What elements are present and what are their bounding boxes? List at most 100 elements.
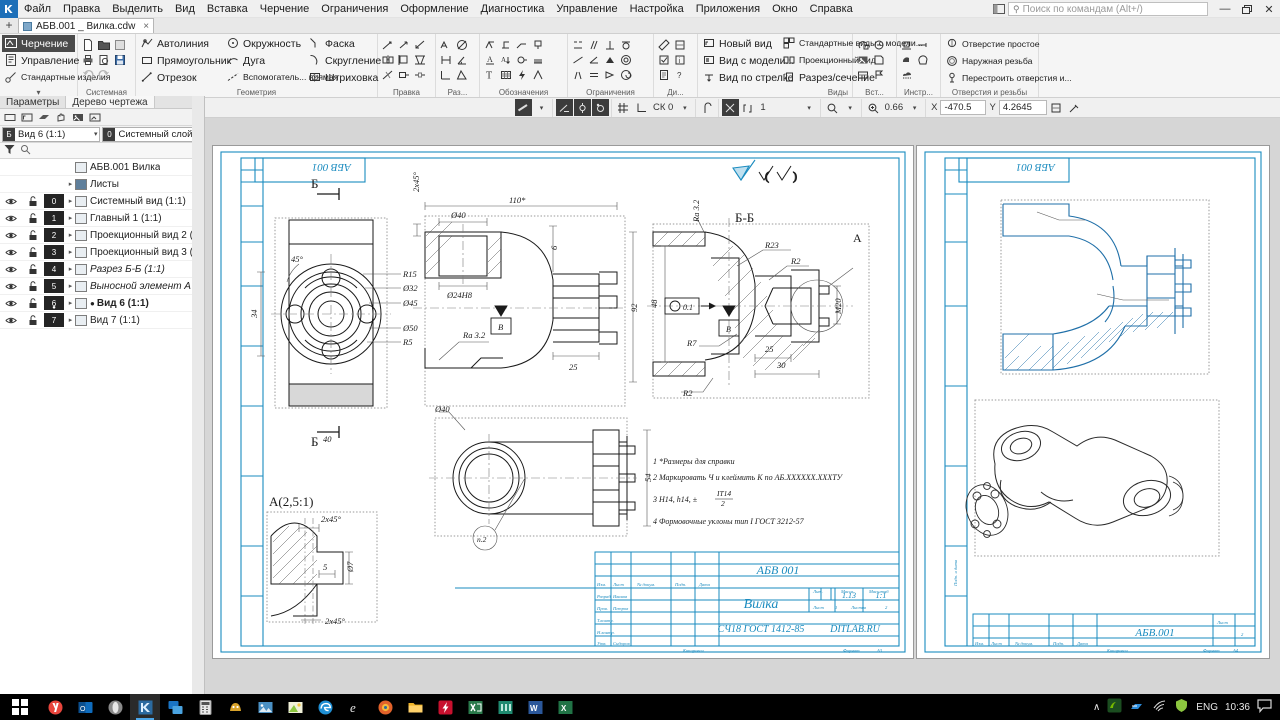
menu-item-7[interactable]: Оформление [394,0,474,18]
tree-expander[interactable]: ▸ [66,180,75,188]
print-icon[interactable] [80,52,95,67]
insert-object-icon[interactable] [871,52,886,67]
lightning-icon[interactable] [514,67,529,82]
unlock-icon[interactable] [22,212,44,224]
tree-expander[interactable]: ▸ [66,265,75,273]
tree-row-view-7[interactable]: 7 ▸ Вид 7 (1:1) [0,312,204,329]
x-coordinate-field[interactable]: -470.5 [940,100,987,115]
horizontal-icon[interactable] [570,52,585,67]
taskbar-app-explorer-win-icon[interactable] [280,694,310,720]
menu-item-3[interactable]: Вид [169,0,201,18]
taskbar-app-opera-icon[interactable] [100,694,130,720]
cmd-autoline[interactable]: Автолиния [138,35,224,52]
tool-solid-icon[interactable] [899,52,914,67]
table-icon[interactable] [498,67,513,82]
eye-icon[interactable] [0,197,22,206]
cmd-arc[interactable]: Дуга [224,52,306,69]
app-logo-icon[interactable] [0,0,18,18]
eye-icon[interactable] [0,316,22,325]
angular-dim-icon[interactable] [454,52,469,67]
tree-expander[interactable]: ▸ [66,316,75,324]
insert-table-icon[interactable] [855,67,870,82]
tree-row-view-3[interactable]: 3 ▸ Проекционный вид 3 (1 [0,244,204,261]
cmd-arrow-view[interactable]: Вид по стрелке [700,69,793,86]
text-icon[interactable]: T [482,67,497,82]
insert-fragment-icon[interactable] [855,37,870,52]
coord-dropdown-icon[interactable]: ▾ [676,99,693,116]
eye-icon[interactable] [0,265,22,274]
tray-clock[interactable]: 10:36 [1225,702,1250,713]
cmd-new-view[interactable]: Новый вид [700,35,780,52]
tree-row-view-1[interactable]: 1 ▸ Главный 1 (1:1) [0,210,204,227]
scale-dropdown-icon[interactable]: ▾ [801,99,818,116]
datum-icon[interactable] [498,37,513,52]
unlock-icon[interactable] [22,246,44,258]
scale-icon[interactable] [412,52,427,67]
tree-row-view-0[interactable]: 0 ▸ Системный вид (1:1) [0,193,204,210]
eye-icon[interactable] [0,248,22,257]
concentric-icon[interactable] [618,52,633,67]
linear-dim-icon[interactable] [438,52,453,67]
text-underline-icon[interactable]: A [482,52,497,67]
drawing-sheet-1[interactable]: АБВ 001 R15 Ø32 Ø45 Ø50 R5 45° 34 40 Б Б… [213,146,913,658]
snap-perpendicular-icon[interactable] [556,99,573,116]
cmd-circle[interactable]: Окружность [224,35,306,52]
nvidia-icon[interactable] [1107,698,1122,716]
spiral-icon[interactable] [618,67,633,82]
cmd-auxiliary-line[interactable]: Вспомогатель... прямая [224,69,338,86]
taskbar-app-photos-icon[interactable] [250,694,280,720]
roughness-icon[interactable] [482,37,497,52]
taskbar-app-edge-icon[interactable] [310,694,340,720]
symmetry-icon[interactable] [570,67,585,82]
eye-icon[interactable] [0,231,22,240]
line-style-icon[interactable] [515,99,532,116]
info-icon[interactable]: i [672,52,687,67]
unlock-icon[interactable] [22,280,44,292]
tool-length-icon[interactable] [915,37,930,52]
drawing-canvas[interactable]: АБВ 001 R15 Ø32 Ø45 Ø50 R5 45° 34 40 Б Б… [205,118,1280,694]
drawing-tree[interactable]: АБВ.001 Вилка ▸ Листы 0 ▸ Системный вид … [0,159,204,694]
menu-item-9[interactable]: Управление [550,0,623,18]
menu-item-5[interactable]: Черчение [254,0,316,18]
view-list-icon[interactable] [2,110,18,125]
magnifier-icon[interactable] [865,99,882,116]
shield-icon[interactable] [1174,698,1189,716]
cmd-segment[interactable]: Отрезок [138,69,224,86]
minimize-button[interactable]: — [1214,0,1236,18]
equal-icon[interactable] [586,67,601,82]
menu-item-0[interactable]: Файл [18,0,57,18]
menu-item-13[interactable]: Справка [804,0,859,18]
taskbar-app-yandex-browser-icon[interactable] [40,694,70,720]
mode-manage[interactable]: Управление [2,52,79,69]
coords-lock-icon[interactable] [1048,99,1065,116]
unlock-icon[interactable] [22,297,44,309]
cmd-view-from-model[interactable]: Вид с модели... [700,52,794,69]
eyedropper-icon[interactable] [1066,99,1083,116]
taskbar-app-teamviewer-icon[interactable] [160,694,190,720]
align-icon[interactable] [396,52,411,67]
insert-view-icon[interactable] [871,37,886,52]
drawing-sheet-2[interactable]: АБВ 001 АБВ.001 Изм. Лист № докум. Подп.… [917,146,1269,658]
measure-icon[interactable] [656,37,671,52]
tray-language[interactable]: ENG [1196,702,1218,713]
coincident-icon[interactable] [570,37,585,52]
filter-icon[interactable] [4,144,15,158]
snap-center-icon[interactable] [592,99,609,116]
command-search-box[interactable]: ⚲ Поиск по командам (Alt+/) [1008,2,1208,16]
tree-row-view-6[interactable]: 6 ● ▸ ● Вид 6 (1:1) [0,295,204,312]
restore-button[interactable] [1236,0,1258,18]
rotate-icon[interactable] [412,37,427,52]
taskbar-app-aimp-icon[interactable] [430,694,460,720]
baseline-dim-icon[interactable] [438,67,453,82]
menu-item-12[interactable]: Окно [766,0,804,18]
unlock-icon[interactable] [22,263,44,275]
remark-icon[interactable] [530,67,545,82]
view-scale-icon[interactable] [740,99,757,116]
scissors-icon[interactable] [722,99,740,116]
tool-shape-icon[interactable] [915,52,930,67]
unlock-icon[interactable] [22,314,44,326]
cmd-standard-views[interactable]: Стандартные виды с модели... [780,35,923,52]
surface-icon[interactable] [530,52,545,67]
close-button[interactable]: ✕ [1258,0,1280,18]
unlock-icon[interactable] [22,195,44,207]
